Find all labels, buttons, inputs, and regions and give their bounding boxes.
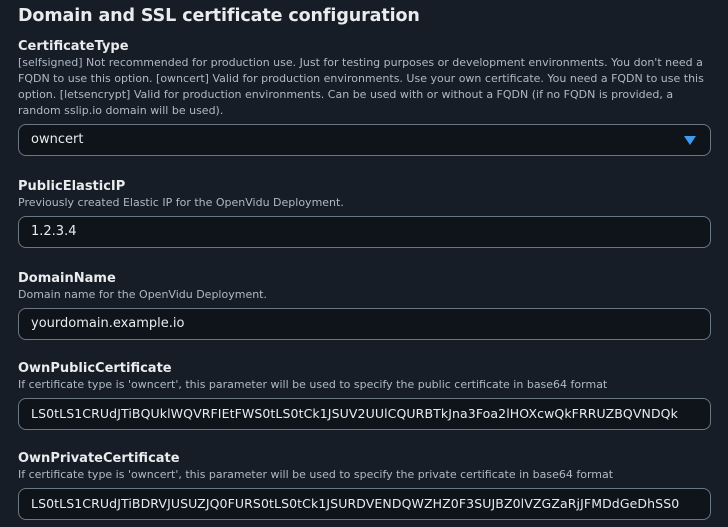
own-private-certificate-description: If certificate type is 'owncert', this p… — [18, 468, 614, 481]
domain-name-label: DomainName — [18, 271, 116, 286]
own-public-certificate-input[interactable]: LS0tLS1CRUdJTiBQUklWQVRFIEtFWS0tLS0tCk1J… — [18, 398, 711, 430]
config-panel: Domain and SSL certificate configuration… — [0, 0, 728, 527]
certificate-type-description: [selfsigned] Not recommended for product… — [18, 56, 704, 117]
own-public-certificate-label: OwnPublicCertificate — [18, 361, 172, 376]
domain-name-input[interactable]: yourdomain.example.io — [18, 308, 711, 340]
field-certificate-type: CertificateType [selfsigned] Not recomme… — [18, 39, 711, 156]
own-private-certificate-value: LS0tLS1CRUdJTiBDRVJUSUZJQ0FURS0tLS0tCk1J… — [31, 496, 680, 511]
field-public-elastic-ip: PublicElasticIP Previously created Elast… — [18, 179, 711, 248]
public-elastic-ip-value: 1.2.3.4 — [31, 224, 77, 239]
own-private-certificate-label: OwnPrivateCertificate — [18, 451, 180, 466]
certificate-type-select[interactable]: owncert — [18, 124, 711, 156]
caret-down-icon[interactable] — [684, 136, 696, 145]
field-domain-name: DomainName Domain name for the OpenVidu … — [18, 271, 711, 340]
own-private-certificate-input[interactable]: LS0tLS1CRUdJTiBDRVJUSUZJQ0FURS0tLS0tCk1J… — [18, 488, 711, 520]
public-elastic-ip-label: PublicElasticIP — [18, 179, 126, 194]
section-title: Domain and SSL certificate configuration — [18, 6, 420, 26]
own-public-certificate-description: If certificate type is 'owncert', this p… — [18, 378, 608, 391]
own-public-certificate-value: LS0tLS1CRUdJTiBQUklWQVRFIEtFWS0tLS0tCk1J… — [31, 406, 678, 421]
domain-name-description: Domain name for the OpenVidu Deployment. — [18, 288, 267, 301]
field-own-private-certificate: OwnPrivateCertificate If certificate typ… — [18, 451, 711, 520]
field-own-public-certificate: OwnPublicCertificate If certificate type… — [18, 361, 711, 430]
certificate-type-value: owncert — [31, 132, 84, 147]
public-elastic-ip-input[interactable]: 1.2.3.4 — [18, 216, 711, 248]
domain-name-value: yourdomain.example.io — [31, 316, 185, 331]
certificate-type-label: CertificateType — [18, 39, 129, 54]
public-elastic-ip-description: Previously created Elastic IP for the Op… — [18, 196, 344, 209]
